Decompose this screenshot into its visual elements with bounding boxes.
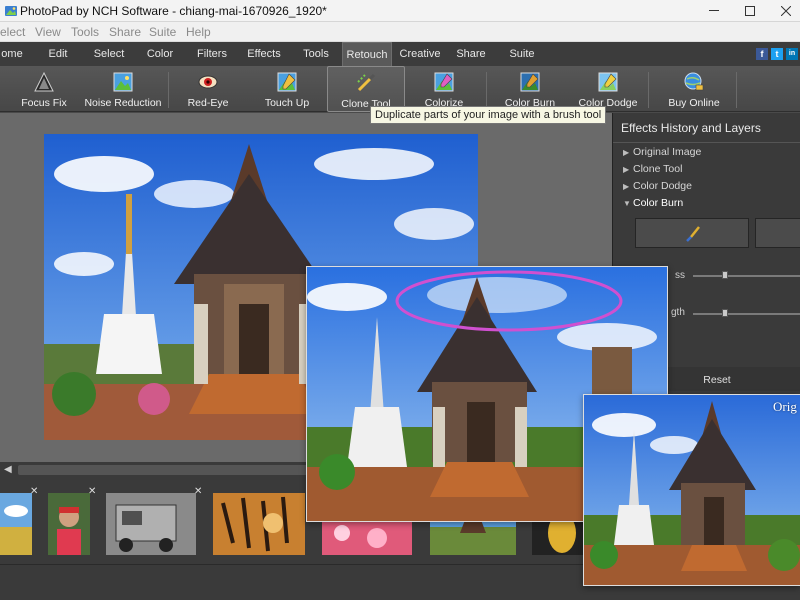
menu-share[interactable]: Share <box>109 25 141 39</box>
menu-suite[interactable]: Suite <box>149 25 176 39</box>
panel-divider <box>613 142 800 143</box>
tab-suite[interactable]: Suite <box>504 42 540 66</box>
original-label: Orig <box>773 399 797 414</box>
red-eye-button[interactable]: Red-Eye <box>180 66 236 112</box>
menu-tools[interactable]: Tools <box>71 25 99 39</box>
history-item-color-burn[interactable]: ▼ Color Burn <box>623 197 683 209</box>
photopad-app-icon <box>5 6 17 16</box>
twitter-icon[interactable]: t <box>771 48 783 60</box>
tab-home[interactable]: ome <box>0 42 24 66</box>
title-bar: PhotoPad by NCH Software - chiang-mai-16… <box>0 0 800 22</box>
tab-effects[interactable]: Effects <box>244 42 284 66</box>
menu-bar: elect View Tools Share Suite Help <box>0 22 800 42</box>
close-thumbnail-icon[interactable]: ✕ <box>30 486 38 497</box>
tab-retouch[interactable]: Retouch <box>342 42 392 66</box>
clone-tool-icon <box>357 73 376 92</box>
noise-reduction-icon <box>113 72 133 92</box>
tab-share[interactable]: Share <box>452 42 490 66</box>
slider-track-1[interactable] <box>693 275 800 277</box>
close-icon <box>781 6 791 16</box>
focus-fix-button[interactable]: Focus Fix <box>14 66 74 112</box>
thumbnail-tuk-tuk[interactable] <box>106 493 196 555</box>
linkedin-icon[interactable]: in <box>786 48 798 60</box>
touch-up-button[interactable]: Touch Up <box>258 66 316 112</box>
close-window-button[interactable] <box>768 0 800 22</box>
highlight-ellipse-annotation <box>395 270 623 332</box>
tab-filters[interactable]: Filters <box>192 42 232 66</box>
menu-select[interactable]: elect <box>0 25 25 39</box>
brush-icon <box>686 226 700 242</box>
focus-fix-icon <box>34 71 54 92</box>
close-thumbnail-icon[interactable]: ✕ <box>194 486 202 497</box>
toolbar-divider <box>486 72 487 108</box>
tab-select[interactable]: Select <box>88 42 130 66</box>
chevron-right-icon: ▶ <box>623 165 630 174</box>
red-eye-icon <box>198 75 218 89</box>
colorize-icon <box>434 72 454 92</box>
history-item-original[interactable]: ▶ Original Image <box>623 146 701 158</box>
touch-up-icon <box>277 72 297 92</box>
layer-option-button[interactable] <box>755 218 800 248</box>
tab-color[interactable]: Color <box>141 42 179 66</box>
slider-thumb-1[interactable] <box>722 271 728 279</box>
scroll-left-icon[interactable]: ◀ <box>4 464 12 475</box>
tab-edit[interactable]: Edit <box>40 42 76 66</box>
comparison-overlay-original <box>583 394 800 586</box>
clone-tool-tooltip: Duplicate parts of your image with a bru… <box>370 106 607 124</box>
minimize-button[interactable] <box>696 0 732 22</box>
original-temple-image <box>584 395 800 585</box>
facebook-icon[interactable]: f <box>756 48 768 60</box>
thumbnail-landscape[interactable] <box>0 493 32 555</box>
slider-label-1: ss <box>675 270 685 281</box>
toolbar-divider <box>648 72 649 108</box>
slider-thumb-2[interactable] <box>722 309 728 317</box>
globe-cart-icon <box>684 72 704 91</box>
maximize-button[interactable] <box>732 0 768 22</box>
history-item-color-dodge[interactable]: ▶ Color Dodge <box>623 180 692 192</box>
tab-creative[interactable]: Creative <box>397 42 443 66</box>
close-thumbnail-icon[interactable]: ✕ <box>88 486 96 497</box>
window-title: PhotoPad by NCH Software - chiang-mai-16… <box>20 4 327 18</box>
thumbnail-girl-portrait[interactable] <box>48 493 90 555</box>
slider-label-2: gth <box>671 307 685 318</box>
chevron-right-icon: ▶ <box>623 182 630 191</box>
history-item-clone-tool[interactable]: ▶ Clone Tool <box>623 163 682 175</box>
buy-online-button[interactable]: Buy Online <box>664 66 724 112</box>
maximize-icon <box>745 6 755 16</box>
minimize-icon <box>709 10 719 11</box>
slider-track-2[interactable] <box>693 313 800 315</box>
menu-view[interactable]: View <box>35 25 61 39</box>
chevron-down-icon: ▼ <box>623 199 631 208</box>
noise-reduction-button[interactable]: Noise Reduction <box>84 66 162 112</box>
chevron-right-icon: ▶ <box>623 148 630 157</box>
thumbnail-tiger[interactable] <box>213 493 305 555</box>
panel-title: Effects History and Layers <box>621 121 761 135</box>
ribbon-tab-bar: ome Edit Select Color Filters Effects To… <box>0 42 800 66</box>
color-burn-icon <box>520 72 540 92</box>
toolbar-divider <box>168 72 169 108</box>
toolbar-divider <box>736 72 737 108</box>
color-dodge-icon <box>598 72 618 92</box>
tab-tools[interactable]: Tools <box>297 42 335 66</box>
brush-mode-button[interactable] <box>635 218 749 248</box>
menu-help[interactable]: Help <box>186 25 211 39</box>
